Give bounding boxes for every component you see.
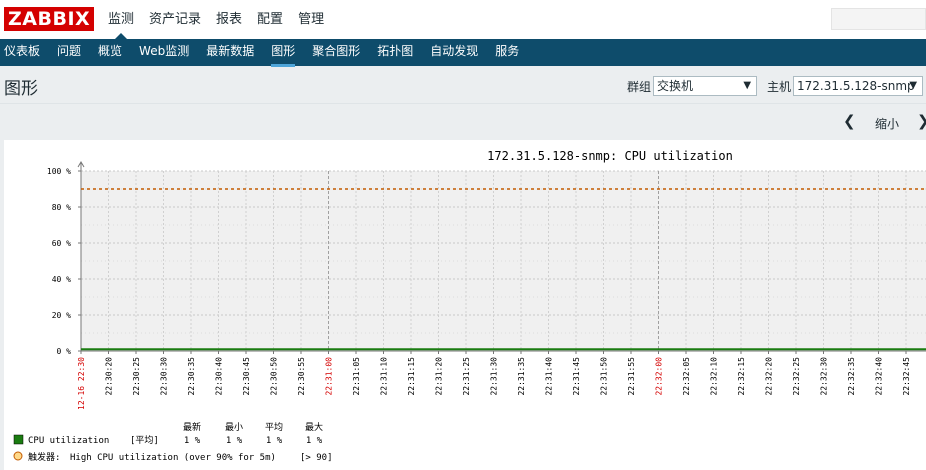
x-tick-label: 22:31:45 bbox=[572, 357, 581, 396]
search-input[interactable] bbox=[831, 8, 926, 30]
x-tick-label: 22:32:20 bbox=[765, 357, 774, 396]
host-filter: 主机 172.31.5.128-snmp ▼ bbox=[767, 76, 924, 96]
legend-trigger-text: High CPU utilization (over 90% for 5m) bbox=[70, 453, 276, 463]
top-menu: 监测 资产记录 报表 配置 管理 bbox=[108, 0, 339, 39]
x-tick-label: 22:31:30 bbox=[490, 357, 499, 396]
legend-header-max: 最大 bbox=[305, 421, 323, 433]
legend: 最新 最小 平均 最大 CPU utilization [平均] 1 % 1 %… bbox=[13, 421, 333, 463]
sub-menu: 仪表板 问题 概览 Web监测 最新数据 图形 聚合图形 拓扑图 自动发现 服务 bbox=[0, 39, 926, 67]
x-tick-label: 22:31:00 bbox=[325, 357, 334, 396]
x-tick-label: 22:31:35 bbox=[517, 357, 526, 396]
x-tick-label: 22:32:40 bbox=[875, 357, 884, 396]
menu-configuration[interactable]: 配置 bbox=[257, 0, 283, 39]
submenu-screens[interactable]: 聚合图形 bbox=[312, 39, 360, 66]
menu-administration[interactable]: 管理 bbox=[298, 0, 324, 39]
x-tick-label: 22:32:10 bbox=[710, 357, 719, 396]
dropdown-arrow-icon: ▼ bbox=[743, 80, 752, 91]
x-tick-label: 22:31:05 bbox=[352, 357, 361, 396]
submenu-discovery[interactable]: 自动发现 bbox=[430, 39, 478, 66]
x-tick-label: 22:32:45 bbox=[902, 357, 911, 396]
page-header: 图形 群组 交换机 ▼ 主机 172.31.5.128-snmp ▼ bbox=[0, 66, 926, 104]
legend-series-func: [平均] bbox=[130, 434, 159, 446]
legend-stat-avg: 1 % bbox=[266, 436, 283, 446]
x-tick-label: 22:32:35 bbox=[847, 357, 856, 396]
y-tick-label: 80 % bbox=[52, 203, 71, 212]
dropdown-arrow-icon: ▼ bbox=[909, 80, 918, 91]
submenu-services[interactable]: 服务 bbox=[495, 39, 519, 66]
x-tick-label: 22:31:40 bbox=[545, 357, 554, 396]
host-label: 主机 bbox=[767, 79, 792, 94]
y-tick-label: 20 % bbox=[52, 311, 71, 320]
submenu-graphs[interactable]: 图形 bbox=[271, 39, 296, 67]
x-tick-label: 22:30:25 bbox=[132, 357, 141, 396]
chevron-right-icon[interactable]: ❯ bbox=[917, 112, 926, 130]
y-tick-label: 40 % bbox=[52, 275, 71, 284]
legend-stat-last: 1 % bbox=[184, 436, 201, 446]
y-tick-label: 60 % bbox=[52, 239, 71, 248]
legend-series-label: CPU utilization bbox=[28, 436, 109, 446]
submenu-maps[interactable]: 拓扑图 bbox=[377, 39, 413, 66]
zabbix-logo[interactable]: ZABBIX bbox=[4, 7, 95, 31]
chart-title: 172.31.5.128-snmp: CPU utilization bbox=[487, 149, 733, 163]
menu-reports[interactable]: 报表 bbox=[216, 0, 242, 39]
x-tick-label: 22:30:20 bbox=[105, 357, 114, 396]
x-tick-label: 22:31:15 bbox=[407, 357, 416, 396]
x-tick-label: 22:31:55 bbox=[627, 357, 636, 396]
legend-series-swatch bbox=[13, 434, 24, 445]
x-tick-label: 22:30:50 bbox=[270, 357, 279, 396]
graph-panel: 172.31.5.128-snmp: CPU utilization 0 % 20… bbox=[4, 140, 926, 470]
cpu-utilization-chart: 172.31.5.128-snmp: CPU utilization 0 % 20… bbox=[13, 149, 926, 463]
y-tick-label: 100 % bbox=[47, 167, 71, 176]
page-title: 图形 bbox=[4, 79, 38, 99]
host-select[interactable]: 172.31.5.128-snmp ▼ bbox=[793, 76, 924, 96]
group-select[interactable]: 交换机 ▼ bbox=[653, 76, 758, 96]
submenu-web[interactable]: Web监测 bbox=[139, 39, 189, 66]
x-tick-label: 22:30:35 bbox=[187, 357, 196, 396]
legend-trigger-prefix: 触发器: bbox=[28, 451, 60, 463]
submenu-latest-data[interactable]: 最新数据 bbox=[206, 39, 254, 66]
plot-area bbox=[81, 171, 926, 351]
group-label: 群组 bbox=[627, 79, 652, 94]
x-tick-label: 22:32:25 bbox=[792, 357, 801, 396]
x-axis: 12-16 22:30 22:30:20 22:30:25 22:30:30 22:30… bbox=[77, 350, 926, 410]
x-tick-label: 22:30:45 bbox=[242, 357, 251, 396]
zoom-out-button[interactable]: 缩小 bbox=[875, 115, 899, 132]
legend-trigger-condition: [> 90] bbox=[300, 453, 333, 463]
x-tick-label: 22:30:40 bbox=[215, 357, 224, 396]
x-tick-label: 22:31:50 bbox=[600, 357, 609, 396]
x-tick-label: 22:30:30 bbox=[160, 357, 169, 396]
legend-stat-max: 1 % bbox=[306, 436, 323, 446]
top-header: ZABBIX 监测 资产记录 报表 配置 管理 bbox=[0, 0, 926, 39]
y-axis: 0 % 20 % 40 % 60 % 80 % 100 % bbox=[47, 161, 85, 356]
group-select-value: 交换机 bbox=[657, 79, 694, 93]
x-tick-label: 22:32:00 bbox=[655, 357, 664, 396]
x-tick-label: 22:31:10 bbox=[380, 357, 389, 396]
submenu-dashboard[interactable]: 仪表板 bbox=[4, 39, 40, 66]
menu-monitoring[interactable]: 监测 bbox=[108, 0, 134, 39]
time-toolbar: ❮ 缩小 ❯ bbox=[0, 104, 926, 140]
host-select-value: 172.31.5.128-snmp bbox=[797, 79, 915, 93]
submenu-problems[interactable]: 问题 bbox=[57, 39, 81, 66]
legend-header-avg: 平均 bbox=[265, 421, 283, 433]
menu-inventory[interactable]: 资产记录 bbox=[149, 0, 201, 39]
legend-header-last: 最新 bbox=[183, 421, 201, 433]
x-tick-label: 22:32:05 bbox=[682, 357, 691, 396]
x-tick-label: 22:31:20 bbox=[435, 357, 444, 396]
y-tick-label: 0 % bbox=[57, 347, 72, 356]
trigger-indicator-icon bbox=[13, 451, 23, 461]
group-filter: 群组 交换机 ▼ bbox=[627, 76, 758, 96]
x-tick-label: 22:31:25 bbox=[462, 357, 471, 396]
x-tick-label: 22:32:30 bbox=[820, 357, 829, 396]
legend-header-min: 最小 bbox=[225, 422, 243, 433]
x-tick-label: 22:30:55 bbox=[297, 357, 306, 396]
submenu-overview[interactable]: 概览 bbox=[98, 39, 122, 66]
chevron-left-icon[interactable]: ❮ bbox=[843, 112, 856, 130]
x-tick-label: 12-16 22:30 bbox=[77, 357, 86, 410]
legend-stat-min: 1 % bbox=[226, 436, 243, 446]
x-tick-label: 22:32:15 bbox=[737, 357, 746, 396]
